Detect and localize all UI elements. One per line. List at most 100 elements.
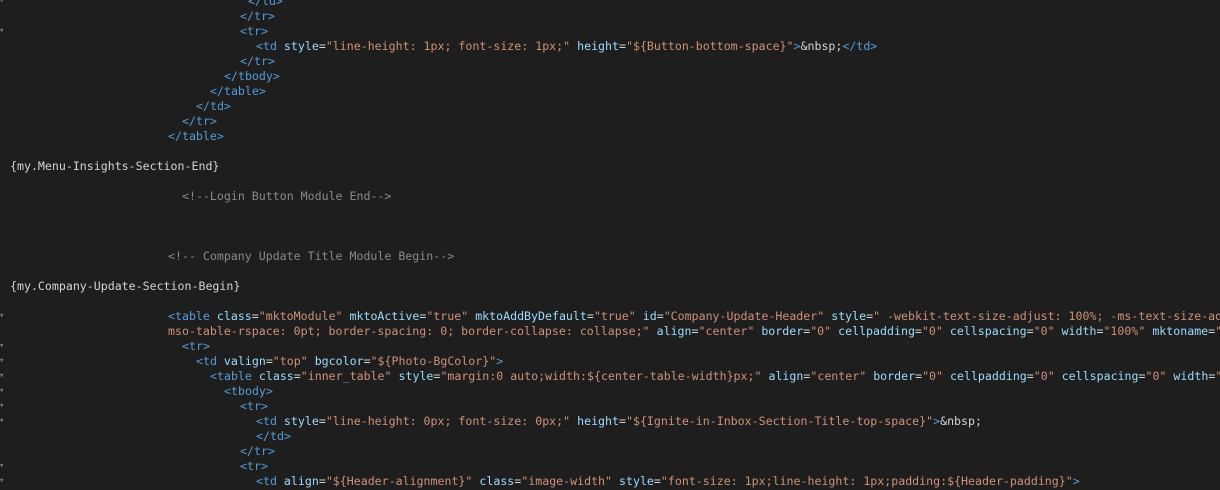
- code-token: "center": [810, 369, 867, 383]
- code-token: "0": [1145, 369, 1167, 383]
- code-token: class: [216, 309, 252, 323]
- code-token: =: [619, 414, 626, 428]
- code-token: >: [1072, 474, 1080, 488]
- code-token: </tr>: [182, 114, 217, 128]
- code-token: =: [318, 474, 326, 488]
- code-token: mktoActive: [349, 309, 420, 323]
- code-token: =: [691, 324, 699, 338]
- code-token: "${Button-bottom-space}": [625, 39, 794, 53]
- code-token: "image-width": [521, 474, 613, 488]
- code-token: cellspacing: [949, 324, 1027, 338]
- code-token: bgcolor: [314, 354, 364, 368]
- fold-toggle-icon[interactable]: ▾: [0, 0, 7, 9]
- code-token: <td: [196, 354, 224, 368]
- code-token: "0": [921, 324, 943, 338]
- code-token: =: [915, 369, 923, 383]
- code-token: height: [577, 39, 619, 53]
- code-line: {my.Company-Update-Section-Begin}: [10, 279, 240, 294]
- code-token: "${Ignite-in-Inbox-Section-Title-top-spa…: [625, 414, 934, 428]
- code-token: =: [619, 39, 626, 53]
- code-token: "100%": [1215, 369, 1220, 383]
- code-token: =: [1026, 369, 1034, 383]
- code-line: <td style="line-height: 1px; font-size: …: [256, 39, 877, 54]
- code-token: " -webkit-text-size-adjust: 100%; -ms-te…: [873, 309, 1220, 323]
- code-token: </td>: [256, 429, 291, 443]
- code-token: class: [258, 369, 294, 383]
- code-line: <table class="mktoModule" mktoActive="tr…: [168, 309, 1220, 324]
- code-token: mktoAddByDefault: [475, 309, 587, 323]
- code-token: {my.Company-Update-Section-Begin}: [10, 279, 241, 293]
- code-token: <!--Login Button Module End-->: [182, 189, 392, 203]
- code-token: "center": [698, 324, 755, 338]
- code-token: align: [656, 324, 692, 338]
- code-token: border: [761, 324, 804, 338]
- code-token: <td: [256, 474, 284, 488]
- code-token: </td>: [196, 99, 231, 113]
- code-token: "top": [272, 354, 308, 368]
- code-token: height: [577, 414, 619, 428]
- code-token: =: [914, 324, 922, 338]
- code-token: <tr>: [182, 339, 210, 353]
- code-token: width: [1061, 324, 1097, 338]
- code-token: align: [283, 474, 319, 488]
- code-token: "0": [1033, 324, 1055, 338]
- code-token: width: [1173, 369, 1209, 383]
- code-token: =: [318, 414, 326, 428]
- fold-toggle-icon[interactable]: ▾: [0, 384, 7, 399]
- code-token: mktoname: [1152, 324, 1209, 338]
- code-token: "${Photo-BgColor}": [370, 354, 497, 368]
- code-token: =: [251, 309, 259, 323]
- code-token: "0": [810, 324, 832, 338]
- code-token: =: [265, 354, 273, 368]
- code-line: <!--Login Button Module End-->: [182, 189, 391, 204]
- code-line: </table>: [168, 129, 224, 144]
- code-token: "100%": [1103, 324, 1146, 338]
- code-token: "${Header-alignment}": [325, 474, 473, 488]
- fold-toggle-icon[interactable]: ▾: [0, 24, 7, 39]
- code-token: style: [398, 369, 434, 383]
- code-token: <table: [168, 309, 217, 323]
- fold-toggle-icon[interactable]: ▾: [0, 339, 7, 354]
- fold-toggle-icon[interactable]: ▾: [0, 474, 7, 489]
- code-line: <td style="line-height: 0px; font-size: …: [256, 414, 982, 429]
- code-line: <tr>: [240, 399, 268, 414]
- fold-toggle-icon[interactable]: ▾: [0, 354, 7, 369]
- code-token: "line-height: 1px; font-size: 1px;": [325, 39, 571, 53]
- code-line: </td>: [256, 429, 291, 444]
- code-token: <tr>: [240, 24, 268, 38]
- code-token: style: [283, 414, 319, 428]
- code-token: "0": [922, 369, 944, 383]
- code-line: </tr>: [240, 444, 275, 459]
- code-line: mso-table-rspace: 0pt; border-spacing: 0…: [168, 324, 1220, 339]
- code-line: </tr>: [182, 114, 217, 129]
- code-token: style: [619, 474, 654, 488]
- code-token: "mktoModule": [258, 309, 343, 323]
- code-token: style: [831, 309, 867, 323]
- fold-toggle-icon[interactable]: ▾: [0, 309, 7, 324]
- fold-toggle-icon[interactable]: ▾: [0, 459, 7, 474]
- fold-toggle-icon[interactable]: ▾: [0, 399, 7, 414]
- code-token: </td>: [248, 0, 283, 8]
- fold-toggle-icon[interactable]: ▾: [0, 414, 7, 429]
- code-editor[interactable]: ▾ </td> </tr> ▾ <tr> <td style="line-height: …: [0, 0, 1220, 490]
- code-token: "line-height: 0px; font-size: 0px;": [325, 414, 571, 428]
- code-token: =: [363, 354, 371, 368]
- fold-toggle-icon[interactable]: ▾: [0, 369, 7, 384]
- code-line: <tr>: [240, 459, 268, 474]
- code-token: <tr>: [240, 399, 268, 413]
- code-line: <table class="inner_table" style="margin…: [210, 369, 1220, 384]
- code-line: <tr>: [240, 24, 268, 39]
- code-token: mso-table-rspace: 0pt; border-spacing: 0…: [168, 324, 650, 338]
- code-token: =: [1026, 324, 1034, 338]
- code-token: {my.Menu-Insights-Section-End}: [10, 159, 220, 173]
- code-line: <!-- Company Update Title Module Begin--…: [168, 249, 454, 264]
- code-token: <!-- Company Update Title Module Begin--…: [168, 249, 455, 263]
- code-token: "Company Update Header": [1215, 324, 1220, 338]
- code-line: <tr>: [182, 339, 210, 354]
